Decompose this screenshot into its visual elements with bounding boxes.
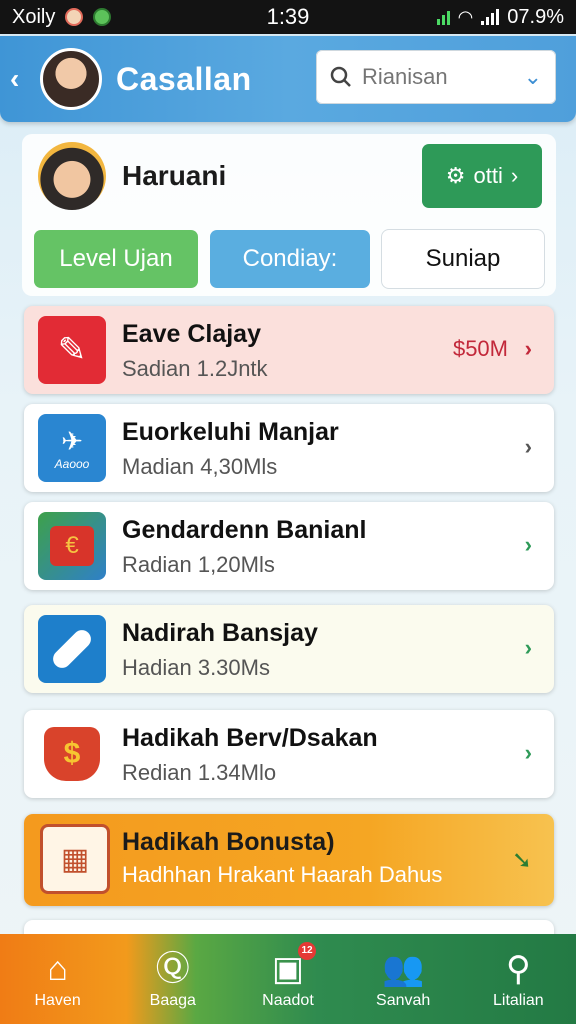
bottom-nav: ⌂ Haven Ⓠ Baaga ▣ 12 Naadot 👥 Sanvah ⚲ Li… [0,934,576,1024]
item-title: Nadirah Bansjay [122,619,318,647]
notification-icon [65,8,84,26]
notification-badge: 12 [298,942,317,960]
bonus-title: Hadikah Bonusta) [122,828,335,856]
box-icon: ▣ 12 [272,942,317,990]
search-chat-icon: Ⓠ [155,950,190,988]
tab-suniap[interactable]: Suniap [382,230,544,288]
nav-item-home[interactable]: ⌂ Haven [8,948,108,1010]
item-title: Euorkeluhi Manjar [122,418,339,446]
item-subtitle: Redian 1.34Mlo [122,760,277,785]
bandage-icon [38,615,106,683]
avatar[interactable] [40,48,102,110]
nav-label: Haven [34,992,81,1009]
item-subtitle: Hadian 3.30Ms [122,655,270,680]
tab-condition[interactable]: Condiay: [210,230,370,288]
arrow-right-icon: ➘ [511,847,532,874]
profile-card: Haruani ⚙ otti › Level Ujan Condiay: Sun… [22,134,556,296]
shopping-bag-icon: € [38,512,106,580]
calendar-icon: ▦ [40,824,110,894]
app-notification-icon [93,8,112,26]
search-icon [330,66,351,87]
item-subtitle: Radian 1,20Mls [122,552,275,577]
list-item[interactable]: € Gendardenn Banianl Radian 1,20Mls › [24,502,554,590]
list-item[interactable]: ✎ Eave Clajay Sadian 1.2Jntk $50M › [24,306,554,394]
item-subtitle: Madian 4,30Mls [122,454,278,479]
search-icon: ⚲ [505,950,531,988]
status-left: Xoily [12,5,112,29]
carrier-label: Xoily [12,5,56,28]
chevron-right-icon: › [524,336,532,361]
item-price: $50M [452,336,508,361]
list-item[interactable]: Nadirah Bansjay Hadian 3.30Ms › [24,605,554,693]
item-title: Gendardenn Banianl [122,516,367,544]
profile-action-button[interactable]: ⚙ otti › [422,144,542,208]
item-subtitle: Sadian 1.2Jntk [122,356,268,381]
chevron-right-icon: › [524,740,532,765]
battery-label: 07.9% [507,5,564,28]
user-name: Haruani [122,160,227,191]
nav-item-users[interactable]: 👥 Sanvah [353,948,453,1010]
item-title: Eave Clajay [122,320,261,348]
users-icon: 👥 [381,950,425,988]
pencil-icon: ✎ [38,316,106,384]
page-title: Casallan [116,60,252,97]
list-item[interactable]: ✈ Aaooo Euorkeluhi Manjar Madian 4,30Mls … [24,404,554,492]
icon-label: Aaooo [54,456,90,471]
back-icon[interactable]: ‹ [10,63,36,95]
nav-item-box[interactable]: ▣ 12 Naadot [238,942,338,1010]
status-right: ◠ 07.9% [436,5,564,29]
chevron-right-icon: › [510,163,519,188]
home-icon: ⌂ [47,950,68,988]
search-input[interactable] [362,64,512,90]
nav-item-search[interactable]: ⚲ Litalian [468,948,568,1010]
plane-icon: ✈ Aaooo [38,414,106,482]
item-title: Hadikah Berv/Dsakan [122,724,378,752]
nav-item-search-chat[interactable]: Ⓠ Baaga [123,948,223,1010]
bonus-banner[interactable]: ▦ Hadikah Bonusta) Hadhhan Hrakant Haara… [24,814,554,906]
chevron-down-icon[interactable]: ⌄ [524,64,542,90]
chevron-right-icon: › [524,434,532,459]
chevron-right-icon: › [524,635,532,660]
search-box[interactable]: ⌄ [316,50,556,104]
user-avatar[interactable] [38,142,106,210]
nav-label: Litalian [492,992,544,1009]
money-bag-icon: $ [38,720,106,788]
wifi-icon: ◠ [457,6,474,27]
list-item[interactable]: $ Hadikah Berv/Dsakan Redian 1.34Mlo › [24,710,554,798]
bonus-subtitle: Hadhhan Hrakant Haarah Dahus [122,862,443,887]
nav-label: Naadot [262,992,314,1009]
chevron-right-icon: › [524,532,532,557]
signal-icon [436,9,450,25]
profile-action-label: otti [473,163,503,188]
gear-icon: ⚙ [445,163,466,188]
app-header: ‹ Casallan ⌄ [0,36,576,122]
tab-level[interactable]: Level Ujan [34,230,198,288]
nav-label: Baaga [149,992,196,1009]
status-bar: Xoily 1:39 ◠ 07.9% [0,0,576,34]
cell-signal-icon [481,9,500,25]
nav-label: Sanvah [376,992,431,1009]
